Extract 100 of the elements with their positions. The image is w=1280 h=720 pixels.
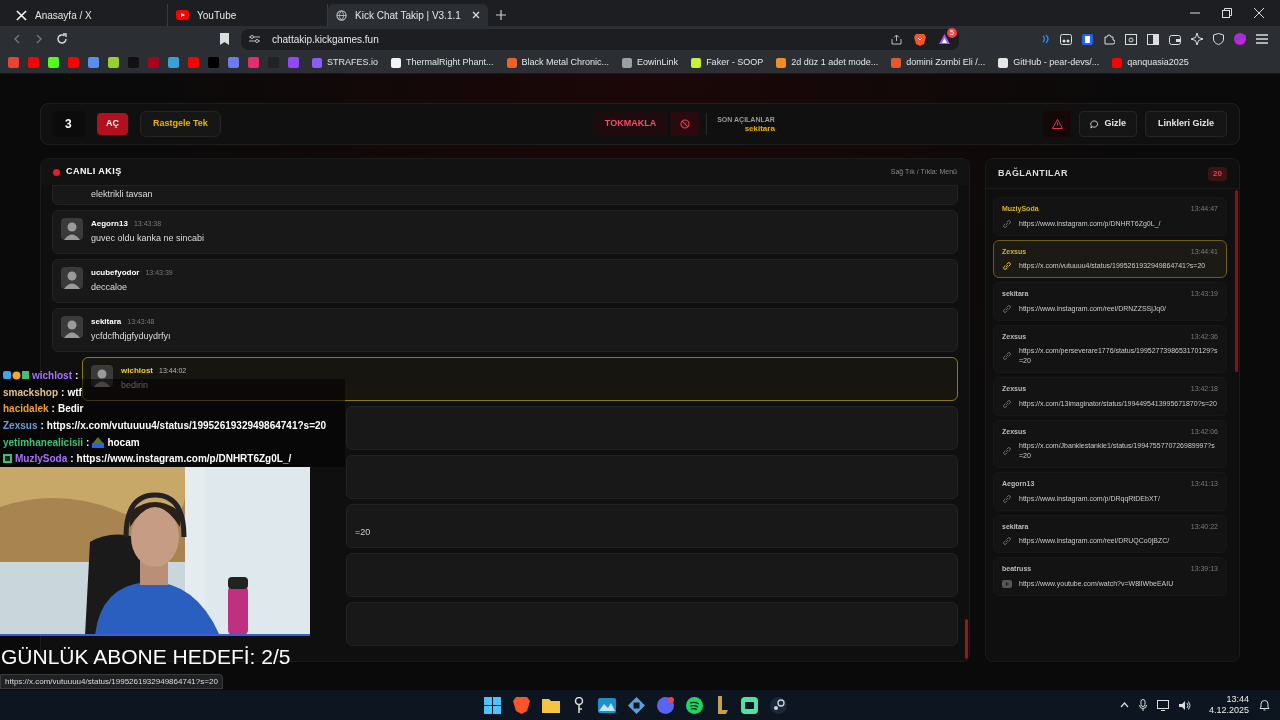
bookmark-item[interactable]: domini Zombi Eli /... [891,55,986,70]
extensions-icon[interactable] [1103,33,1115,45]
triangle-icon[interactable] [938,33,951,45]
controller-app-icon[interactable] [741,696,758,714]
link-icon [1002,536,1012,546]
message-card[interactable]: elektrikli tavsan [52,185,958,205]
chat-username: smackshop [3,385,59,400]
username: Aegorn13 [91,218,128,230]
chat-message: https://x.com/vutuuuu4/status/1995261932949864741?s=20 [46,418,327,433]
share-icon[interactable] [891,33,902,45]
chat-username: yetimhanealicisii [3,435,84,450]
warning-icon [1051,119,1063,129]
shield-icon[interactable] [1213,33,1224,45]
chat-username: hacidalek [3,402,49,417]
link-icon [1002,218,1012,229]
clock-time: 13:44 [1226,694,1249,705]
clock-date: 4.12.2025 [1208,705,1249,716]
link-icon [1002,446,1012,456]
chat-separator: : [40,418,44,433]
chevron-up-icon[interactable] [1119,702,1129,708]
speaker-icon[interactable] [1178,699,1191,711]
new-tab-icon[interactable] [496,10,506,20]
microphone-icon[interactable] [1138,699,1147,711]
recent-user: sekitara [744,123,775,134]
wallet-icon[interactable] [1169,33,1181,45]
menu-icon[interactable] [1256,34,1268,44]
bookmark-item[interactable]: EowinLink [622,55,679,70]
browser-tab[interactable]: Kick Chat Takip | V3.1.1 [328,4,488,26]
monitor-icon[interactable] [1156,699,1169,711]
username: wichlost [121,365,153,377]
folder-icon[interactable] [542,697,560,713]
image-app-icon[interactable] [598,697,616,713]
random-button[interactable]: Rastgele Tek [140,111,221,137]
site-settings-icon[interactable] [249,34,260,44]
game-launcher-icon[interactable] [715,696,729,714]
chat-separator: : [70,452,74,467]
restore-icon[interactable] [1222,8,1232,18]
sidebar-icon[interactable] [1147,33,1159,45]
screenshot-icon[interactable] [1125,33,1137,45]
sparkle-icon[interactable] [1191,33,1203,45]
tab-title: Kick Chat Takip | V3.1.1 [355,8,462,23]
avatar-icon [61,267,83,289]
link-icon [1002,398,1012,409]
diamond-app-icon[interactable] [628,696,645,714]
link-icon [1002,261,1012,271]
chat-separator: : [61,385,65,400]
profile-avatar-icon[interactable] [1234,33,1246,45]
chat-app-icon[interactable] [657,696,674,714]
bookmark-item[interactable]: 2d düz 1 adet mode... [776,55,879,70]
hide-links-button[interactable]: Linkleri Gizle [1144,111,1227,137]
signal-waves-icon[interactable] [1040,34,1050,44]
chat-username: Zexsus [3,418,38,433]
shield-app-icon[interactable] [513,696,530,714]
bookmark-item[interactable]: ThermalRight Phant... [391,55,494,70]
chat-separator: : [51,402,55,417]
bookmark-icon[interactable] [220,33,229,45]
bookmark-item[interactable]: qanquasia2025 [1112,55,1189,70]
hide-button[interactable]: Gizle [1079,111,1137,137]
message-text: ycfdcfhdjgfyduydrfyı [91,330,171,343]
music-app-icon[interactable] [686,696,703,714]
ban-button[interactable] [671,112,700,136]
reload-icon[interactable] [56,33,68,45]
avatar-icon [91,365,113,387]
video-icon [1002,579,1012,588]
subscriber-goal-text: GÜNLÜK ABONE HEDEFİ: 2/5 [1,644,291,670]
avatar-icon [61,316,83,338]
clock[interactable]: 13:44 4.12.2025 [1208,694,1249,716]
bookmark-item[interactable]: GitHub - pear-devs/... [998,55,1100,70]
chat-separator: : [86,435,90,450]
scrollbar-thumb[interactable] [965,619,968,659]
chat-username: wichlost [32,368,72,383]
count-badge: 20 [1208,166,1227,181]
chat-message: https://www.instagram.com/p/DNHRT6Zg0L_/ [76,452,292,467]
key-icon[interactable] [572,696,586,714]
square-icon[interactable] [1082,33,1093,45]
steam-icon[interactable] [770,696,787,714]
scrollbar-thumb[interactable] [1235,190,1238,372]
username: sekitara [91,316,122,328]
chat-separator: : [75,368,79,383]
message-card[interactable]: =20 [346,504,958,548]
notification-bell-icon[interactable] [1259,699,1270,711]
close-icon[interactable] [1254,8,1264,18]
forward-icon[interactable] [34,34,44,44]
bookmark-item[interactable]: STRAFES.io [312,55,378,70]
bookmark-item[interactable]: Black Metal Chronic... [506,55,610,70]
open-button[interactable]: AÇ [97,113,128,135]
globe-icon [336,9,347,21]
start-icon[interactable] [484,696,501,714]
close-icon[interactable] [472,11,480,19]
bookmark-item[interactable]: Faker - SOOP [691,55,764,70]
chat-message: hocam [107,435,140,450]
mask-icon[interactable] [1060,33,1072,45]
tab-title: YouTube [197,8,238,23]
alert-button[interactable] [1043,111,1072,137]
chat-bubble-icon [1090,119,1100,129]
count-field[interactable]: 3 [53,111,85,137]
x-logo-icon [16,9,27,21]
chat-message: wtf [67,385,82,400]
knock-button[interactable]: TOKMAKLA [592,112,669,136]
back-icon[interactable] [12,34,22,44]
